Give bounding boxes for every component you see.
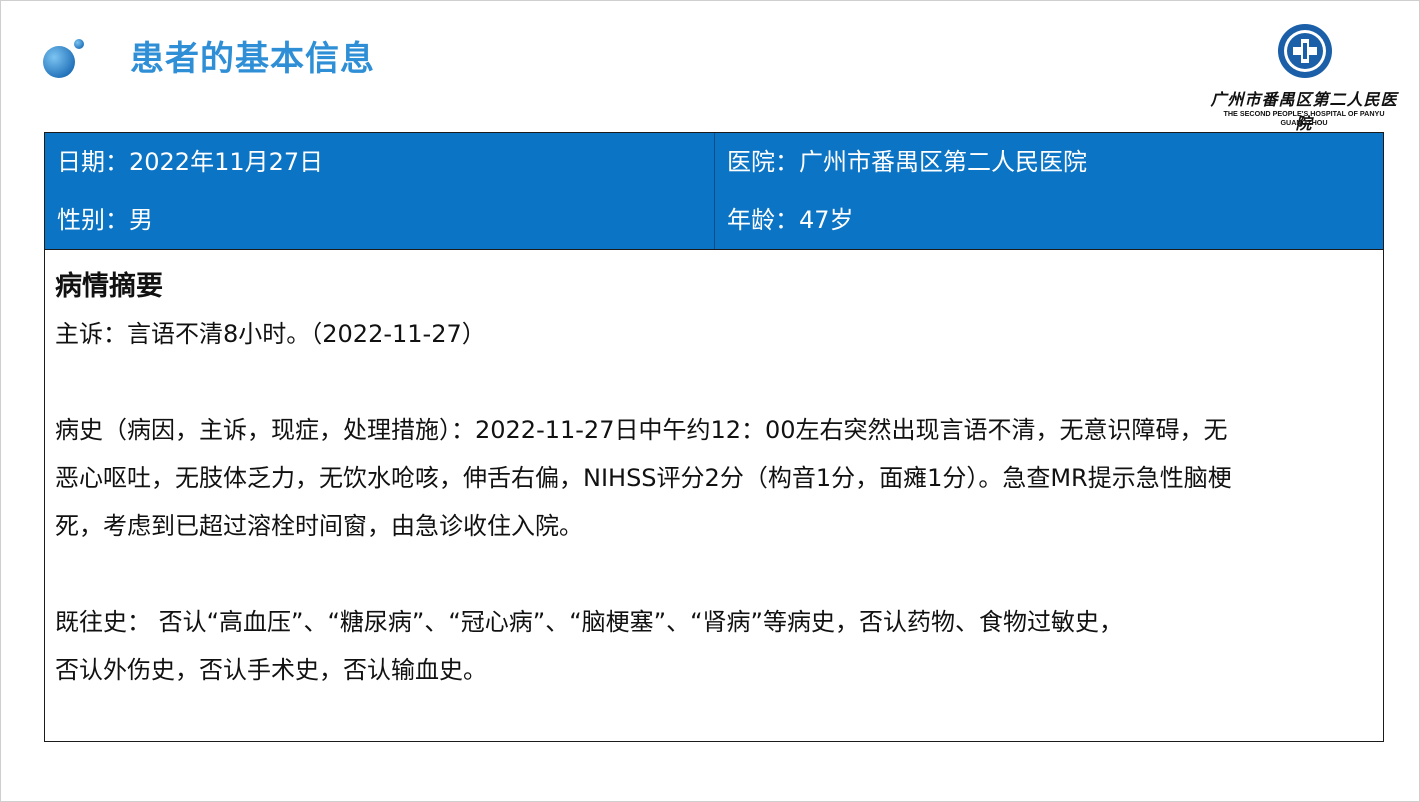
case-summary: 病情摘要 主诉：言语不清8小时。（2022-11-27） 病史（病因，主诉，现症… bbox=[45, 249, 1383, 741]
present-history-line: 死，考虑到已超过溶栓时间窗，由急诊收住入院。 bbox=[55, 512, 583, 540]
page-title: 患者的基本信息 bbox=[130, 39, 375, 79]
present-history-line: 恶心呕吐，无肢体乏力，无饮水呛咳，伸舌右偏，NIHSS评分2分（构音1分，面瘫1… bbox=[55, 464, 1232, 492]
summary-title: 病情摘要 bbox=[55, 271, 163, 302]
age-cell: 年龄：47岁 bbox=[727, 206, 854, 234]
gender-cell: 性别：男 bbox=[45, 191, 715, 249]
past-history: 既往史： 否认“高血压”、“糖尿病”、“冠心病”、“脑梗塞”、“肾病”等病史，否… bbox=[55, 598, 1371, 694]
present-history: 病史（病因，主诉，现症，处理措施）：2022-11-27日中午约12：00左右突… bbox=[55, 406, 1371, 550]
hospital-name-en: THE SECOND PEOPLE'S HOSPITAL OF PANYU GU… bbox=[1223, 109, 1385, 127]
bullet-circles-icon bbox=[43, 39, 84, 78]
date-cell: 日期：2022年11月27日 bbox=[45, 133, 715, 191]
present-history-line: 病史（病因，主诉，现症，处理措施）：2022-11-27日中午约12：00左右突… bbox=[55, 416, 1228, 444]
patient-info-table: 日期：2022年11月27日 医院：广州市番禺区第二人民医院 性别：男 年龄：4… bbox=[44, 132, 1384, 742]
past-history-line: 既往史： 否认“高血压”、“糖尿病”、“冠心病”、“脑梗塞”、“肾病”等病史，否… bbox=[55, 608, 1123, 636]
hospital-logo: 广州市番禺区第二人民医院 THE SECOND PEOPLE'S HOSPITA… bbox=[1206, 22, 1402, 133]
info-row-2: 性别：男 年龄：47岁 bbox=[45, 191, 1383, 249]
info-row-1: 日期：2022年11月27日 医院：广州市番禺区第二人民医院 bbox=[45, 133, 1383, 192]
hospital-emblem-icon bbox=[1278, 24, 1332, 78]
chief-complaint: 主诉：言语不清8小时。（2022-11-27） bbox=[55, 320, 486, 348]
hospital-cell: 医院：广州市番禺区第二人民医院 bbox=[727, 148, 1087, 176]
past-history-line: 否认外伤史，否认手术史，否认输血史。 bbox=[55, 656, 487, 684]
